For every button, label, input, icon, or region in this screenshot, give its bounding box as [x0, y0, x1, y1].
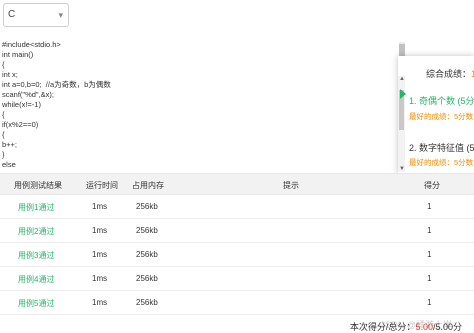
code-line: scanf("%d",&x); [2, 90, 55, 99]
table-row: 用例5通过 1ms 256kb 1 [0, 290, 474, 315]
row-memory: 256kb [136, 202, 158, 211]
problem-item-2[interactable]: 2. 数字特征值 (5分 [409, 141, 474, 154]
row-memory: 256kb [136, 298, 158, 307]
code-editor[interactable]: #include<stdio.h> int main(){int x; int a=… [0, 34, 406, 167]
header-memory: 占用内存 [132, 181, 164, 190]
table-row: 用例3通过 1ms 256kb 1 [0, 242, 474, 267]
code-line: { [2, 60, 5, 69]
table-row: 用例2通过 1ms 256kb 1 [0, 218, 474, 243]
row-memory: 256kb [136, 250, 158, 259]
overall-score: 综合成绩：1 [426, 67, 474, 80]
header-result: 用例测试结果 [14, 181, 62, 190]
header-score: 得分 [424, 181, 440, 190]
row-time: 1ms [92, 202, 108, 211]
row-score: 1 [427, 250, 432, 259]
code-line: b++; [2, 140, 18, 149]
row-score: 1 [427, 202, 432, 211]
row-memory: 256kb [136, 274, 158, 283]
overall-score-label: 综合成绩： [426, 69, 472, 79]
row-memory: 256kb [136, 226, 158, 235]
code-line: int main() [2, 50, 34, 59]
row-time: 1ms [92, 274, 108, 283]
total-score: 本次得分/总分：5.00/5.00分 [350, 320, 462, 333]
table-header: 用例测试结果 运行时间 占用内存 提示 得分 [0, 173, 474, 195]
header-time: 运行时间 [86, 181, 118, 190]
language-select[interactable]: C ▾ [3, 3, 69, 27]
row-score: 1 [427, 274, 432, 283]
problem-item-1[interactable]: 1. 奇偶个数 (5分 [409, 94, 474, 107]
code-line: int x; [2, 70, 18, 79]
language-select-value: C [8, 9, 16, 20]
scroll-up-icon[interactable]: ▲ [399, 76, 405, 82]
row-result: 用例5通过 [18, 299, 55, 308]
code-line: { [2, 130, 5, 139]
code-line: if(x%2==0) [2, 120, 39, 129]
row-result: 用例2通过 [18, 227, 55, 236]
row-result: 用例1通过 [18, 203, 55, 212]
row-time: 1ms [92, 226, 108, 235]
problem-2-best-score: 最好的成绩：5分数 [409, 158, 474, 167]
active-problem-arrow-icon [400, 89, 406, 99]
code-line: int a=0,b=0; //a为奇数，b为偶数 [2, 80, 111, 89]
problem-1-best-score: 最好的成绩：5分数 [409, 112, 474, 121]
code-line: } [2, 150, 5, 159]
code-line: { [2, 110, 5, 119]
code-line: else [2, 160, 16, 167]
code-line: while(x!=-1) [2, 100, 41, 109]
row-time: 1ms [92, 298, 108, 307]
total-score-label: 本次得分/总分： [349, 322, 416, 332]
row-result: 用例3通过 [18, 251, 55, 260]
total-score-value: 5.00 [415, 322, 433, 332]
row-score: 1 [427, 298, 432, 307]
chevron-down-icon: ▾ [58, 10, 63, 20]
problem-list-panel: ▲ ▼ 综合成绩：1 1. 奇偶个数 (5分 最好的成绩：5分数 2. 数字特征… [398, 56, 474, 174]
scroll-down-icon[interactable]: ▼ [399, 166, 405, 172]
table-row: 用例1通过 1ms 256kb 1 [0, 194, 474, 219]
row-score: 1 [427, 226, 432, 235]
table-row: 用例4通过 1ms 256kb 1 [0, 266, 474, 291]
total-score-total: /5.00分 [432, 322, 462, 332]
code-line: #include<stdio.h> [2, 40, 61, 49]
row-result: 用例4通过 [18, 275, 55, 284]
row-time: 1ms [92, 250, 108, 259]
header-hint: 提示 [283, 181, 299, 190]
